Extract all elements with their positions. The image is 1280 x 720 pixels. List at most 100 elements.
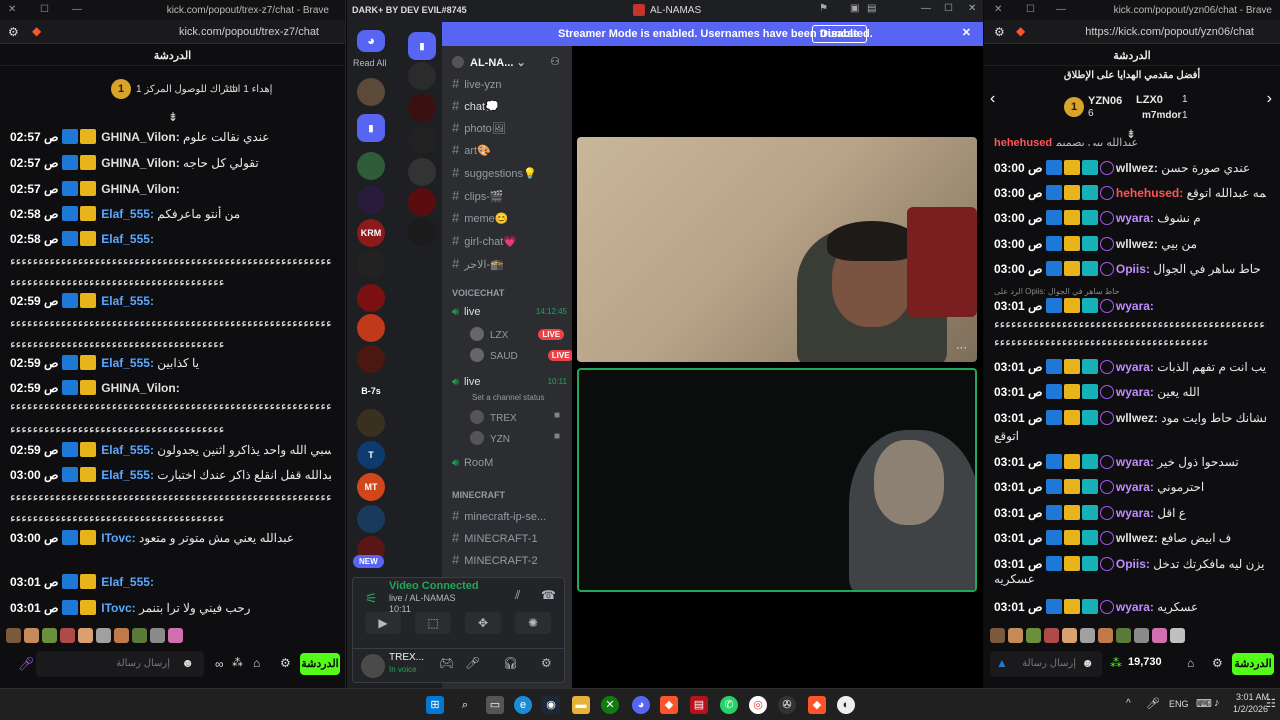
voice-user[interactable]: TREX ■ (470, 410, 560, 424)
discord-home-icon[interactable]: ◕ (357, 30, 385, 52)
brave-shield-icon[interactable]: ◆ (1016, 24, 1025, 38)
invite-icon[interactable]: ⚇ (550, 55, 560, 68)
user-name[interactable]: wyara: (1116, 299, 1154, 313)
folder-icon[interactable]: ▮ (357, 114, 385, 142)
vpn-icon[interactable]: ⚙ (8, 25, 19, 39)
task-view-icon[interactable]: ▭ (486, 696, 504, 714)
server-avatar[interactable] (357, 409, 385, 437)
mic-icon[interactable]: 🎤︎ (465, 656, 480, 670)
category-voicechat[interactable]: VOICECHAT (452, 288, 504, 298)
emote-icon[interactable] (78, 628, 93, 643)
vc-channel[interactable]: live / AL-NAMAS (389, 593, 456, 603)
user-name[interactable]: ITovc: (101, 601, 135, 615)
disconnect-icon[interactable]: ☎ (541, 588, 556, 602)
screen-share-button[interactable]: ⬚ (415, 612, 451, 634)
user-name[interactable]: wyara: (1116, 360, 1154, 374)
server-b7s[interactable]: B-7s (357, 377, 385, 405)
emote-icon[interactable]: ▲ (996, 656, 1008, 670)
close-icon[interactable]: ✕ (994, 4, 1002, 15)
user-name[interactable]: wyara: (1116, 506, 1154, 520)
server-avatar[interactable] (408, 188, 436, 216)
address-bar[interactable]: ⚙ ◆ kick.com/popout/trex-z7/chat (0, 20, 345, 44)
user-name[interactable]: GHINA_Vilon: (101, 156, 179, 170)
maximize-icon[interactable]: ☐ (944, 3, 953, 14)
user-name[interactable]: wyara: (1116, 600, 1154, 614)
user-name[interactable]: hehehused: (1116, 186, 1183, 200)
server-avatar[interactable] (408, 126, 436, 154)
channel-item[interactable]: # suggestions💡 (452, 165, 537, 180)
store-icon[interactable]: ⌂ (1187, 656, 1194, 670)
user-name[interactable]: wllwez: (1116, 237, 1158, 251)
server-avatar[interactable] (357, 250, 385, 278)
user-name[interactable]: Opiis: (1116, 557, 1150, 571)
channel-item[interactable]: # meme😊 (452, 210, 509, 225)
voice-user[interactable]: LZX LIVE (470, 327, 565, 341)
obs-icon[interactable]: ◐ (837, 696, 855, 714)
emote-icon[interactable] (132, 628, 147, 643)
language-indicator[interactable]: ENG (1169, 699, 1189, 709)
chat-send-button[interactable]: الدردشة (1232, 653, 1274, 675)
camera-button[interactable]: ▶ (365, 612, 401, 634)
video-tile-top[interactable]: ··· (577, 137, 977, 362)
avatar[interactable] (361, 654, 385, 678)
search-icon[interactable]: ⌕ (456, 696, 474, 714)
user-name[interactable]: Elaf_555: (101, 294, 154, 308)
message-input[interactable]: إرسال رسالة ☻ (36, 651, 204, 677)
channel-item[interactable]: # minecraft-ip-se... (452, 508, 546, 523)
video-tile-bottom[interactable] (577, 368, 977, 592)
whatsapp-icon[interactable]: ✆ (720, 696, 738, 714)
emote-icon[interactable] (60, 628, 75, 643)
close-icon[interactable]: ✕ (968, 3, 976, 14)
emote-icon[interactable] (1044, 628, 1059, 643)
edge-icon[interactable]: e (514, 696, 532, 714)
brave-shield-icon[interactable]: ◆ (32, 24, 41, 38)
discord-icon[interactable]: ◕ (632, 696, 650, 714)
channel-status[interactable]: Set a channel status (472, 393, 545, 402)
emote-icon[interactable] (1026, 628, 1041, 643)
emote-icon[interactable] (42, 628, 57, 643)
chat-send-button[interactable]: الدردشة (300, 653, 340, 675)
emote-icon[interactable] (1170, 628, 1185, 643)
server-avatar[interactable] (357, 345, 385, 373)
chevron-up-icon[interactable]: ^ (1126, 698, 1131, 709)
category-minecraft[interactable]: MINECRAFT (452, 490, 505, 500)
mic-icon[interactable]: 🎤︎ (18, 656, 35, 672)
server-avatar[interactable] (408, 158, 436, 186)
server-avatar[interactable] (357, 78, 385, 106)
more-icon[interactable]: ··· (956, 342, 967, 354)
points-icon[interactable]: ⁂ (232, 656, 243, 669)
server-avatar[interactable] (357, 505, 385, 533)
noise-suppression-icon[interactable]: ⫽ (515, 588, 520, 603)
clock-date[interactable]: 1/2/2026 (1233, 704, 1268, 714)
emote-icon[interactable] (1152, 628, 1167, 643)
collapse-icon[interactable]: ⇟ (168, 110, 178, 124)
server-krm[interactable]: KRM (357, 219, 385, 247)
minimize-icon[interactable]: — (72, 4, 82, 15)
help-icon[interactable]: ▤ (867, 3, 876, 14)
emote-icon[interactable] (150, 628, 165, 643)
channel-item[interactable]: # الاجر-🕋 (452, 256, 504, 271)
app-icon[interactable]: ✇ (778, 696, 796, 714)
server-name[interactable]: AL-NA... ⌄ (452, 56, 526, 69)
settings-icon[interactable]: ⚙ (1212, 656, 1223, 670)
chrome-icon[interactable]: ◎ (749, 696, 767, 714)
user-name[interactable]: Elaf_555: (101, 468, 154, 482)
start-icon[interactable]: ⊞ (426, 696, 444, 714)
channel-item[interactable]: # girl-chat💗 (452, 233, 517, 248)
user-name[interactable]: wllwez: (1116, 531, 1158, 545)
xbox-icon[interactable]: ✕ (601, 696, 619, 714)
voice-user[interactable]: YZN ■ (470, 431, 560, 445)
folder-icon[interactable]: ▬ (572, 696, 590, 714)
prev-icon[interactable]: ‹ (990, 90, 995, 108)
infinity-icon[interactable]: ∞ (215, 657, 224, 671)
points-balance[interactable]: 19,730 (1128, 656, 1162, 668)
disable-button[interactable]: Disable (812, 25, 868, 43)
user-name[interactable]: Elaf_555: (101, 232, 154, 246)
read-all-button[interactable]: Read All (353, 58, 387, 68)
close-icon[interactable]: ✕ (8, 4, 16, 15)
server-avatar[interactable] (357, 152, 385, 180)
user-name[interactable]: wyara: (1116, 455, 1154, 469)
address-bar[interactable]: ⚙ ◆ https://kick.com/popout/yzn06/chat (984, 20, 1280, 44)
emote-icon[interactable] (1008, 628, 1023, 643)
channel-item[interactable]: # MINECRAFT-2 (452, 552, 538, 567)
